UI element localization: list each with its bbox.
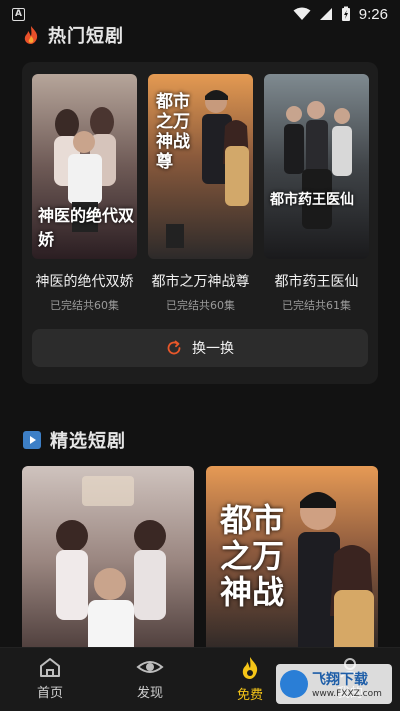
drama-card[interactable]: 神医的绝代双娇 神医的绝代双娇 已完结共60集 [32, 74, 137, 313]
nav-free[interactable]: 免费 [215, 656, 285, 703]
poster-caption: 都市之万神战 [220, 501, 285, 611]
nav-free-label: 免费 [236, 688, 263, 703]
watermark-title: 飞翔下载 [312, 672, 368, 688]
watermark: 飞翔下载 www.FXXZ.com [276, 664, 392, 704]
drama-title[interactable]: 神医的绝代双娇 [32, 271, 137, 291]
drama-title[interactable]: 都市之万神战尊 [148, 271, 253, 291]
featured-poster[interactable] [22, 466, 194, 656]
drama-poster[interactable]: 都市药王医仙 [264, 74, 369, 259]
episode-status: 已完结共61集 [282, 299, 351, 312]
drama-title[interactable]: 都市药王医仙 [264, 271, 369, 291]
featured-section-header: 精选短剧 [22, 427, 126, 453]
eye-icon [136, 661, 164, 673]
watermark-url: www.FXXZ.com [312, 689, 382, 699]
drama-card[interactable]: 都市药王医仙 都市药王医仙 已完结共61集 [264, 74, 369, 313]
hot-panel: 神医的绝代双娇 神医的绝代双娇 已完结共60集 都市之万神战尊 都市之万神战尊 … [22, 62, 378, 384]
watermark-logo-icon [280, 670, 308, 698]
home-icon [40, 658, 60, 677]
swap-label: 换一换 [192, 341, 234, 357]
signal-icon [319, 8, 332, 20]
nav-discover[interactable]: 发现 [115, 656, 185, 701]
battery-icon [341, 6, 350, 21]
episode-status: 已完结共60集 [50, 299, 119, 312]
nav-home-label: 首页 [36, 686, 63, 701]
poster-caption: 神医的绝代双娇 [38, 206, 135, 249]
poster-caption: 都市药王医仙 [270, 192, 354, 208]
refresh-icon [167, 340, 181, 355]
drama-card[interactable]: 都市之万神战尊 都市之万神战尊 已完结共60集 [148, 74, 253, 313]
play-icon [23, 431, 41, 449]
notification-icon: A [12, 7, 25, 21]
flame-icon [242, 657, 258, 679]
hot-section-title: 热门短剧 [48, 26, 124, 47]
fire-icon [24, 26, 38, 44]
drama-poster[interactable]: 都市之万神战尊 [148, 74, 253, 259]
nav-discover-label: 发现 [136, 686, 163, 701]
featured-section-title: 精选短剧 [50, 431, 126, 452]
poster-caption: 都市之万神战尊 [156, 92, 190, 172]
drama-poster[interactable]: 神医的绝代双娇 [32, 74, 137, 259]
nav-home[interactable]: 首页 [15, 656, 85, 701]
featured-poster[interactable]: 都市之万神战 [206, 466, 378, 656]
episode-status: 已完结共60集 [166, 299, 235, 312]
wifi-icon [293, 7, 311, 20]
status-time: 9:26 [358, 5, 388, 23]
swap-button[interactable]: 换一换 [32, 329, 368, 367]
hot-section-header: 热门短剧 [22, 22, 124, 48]
